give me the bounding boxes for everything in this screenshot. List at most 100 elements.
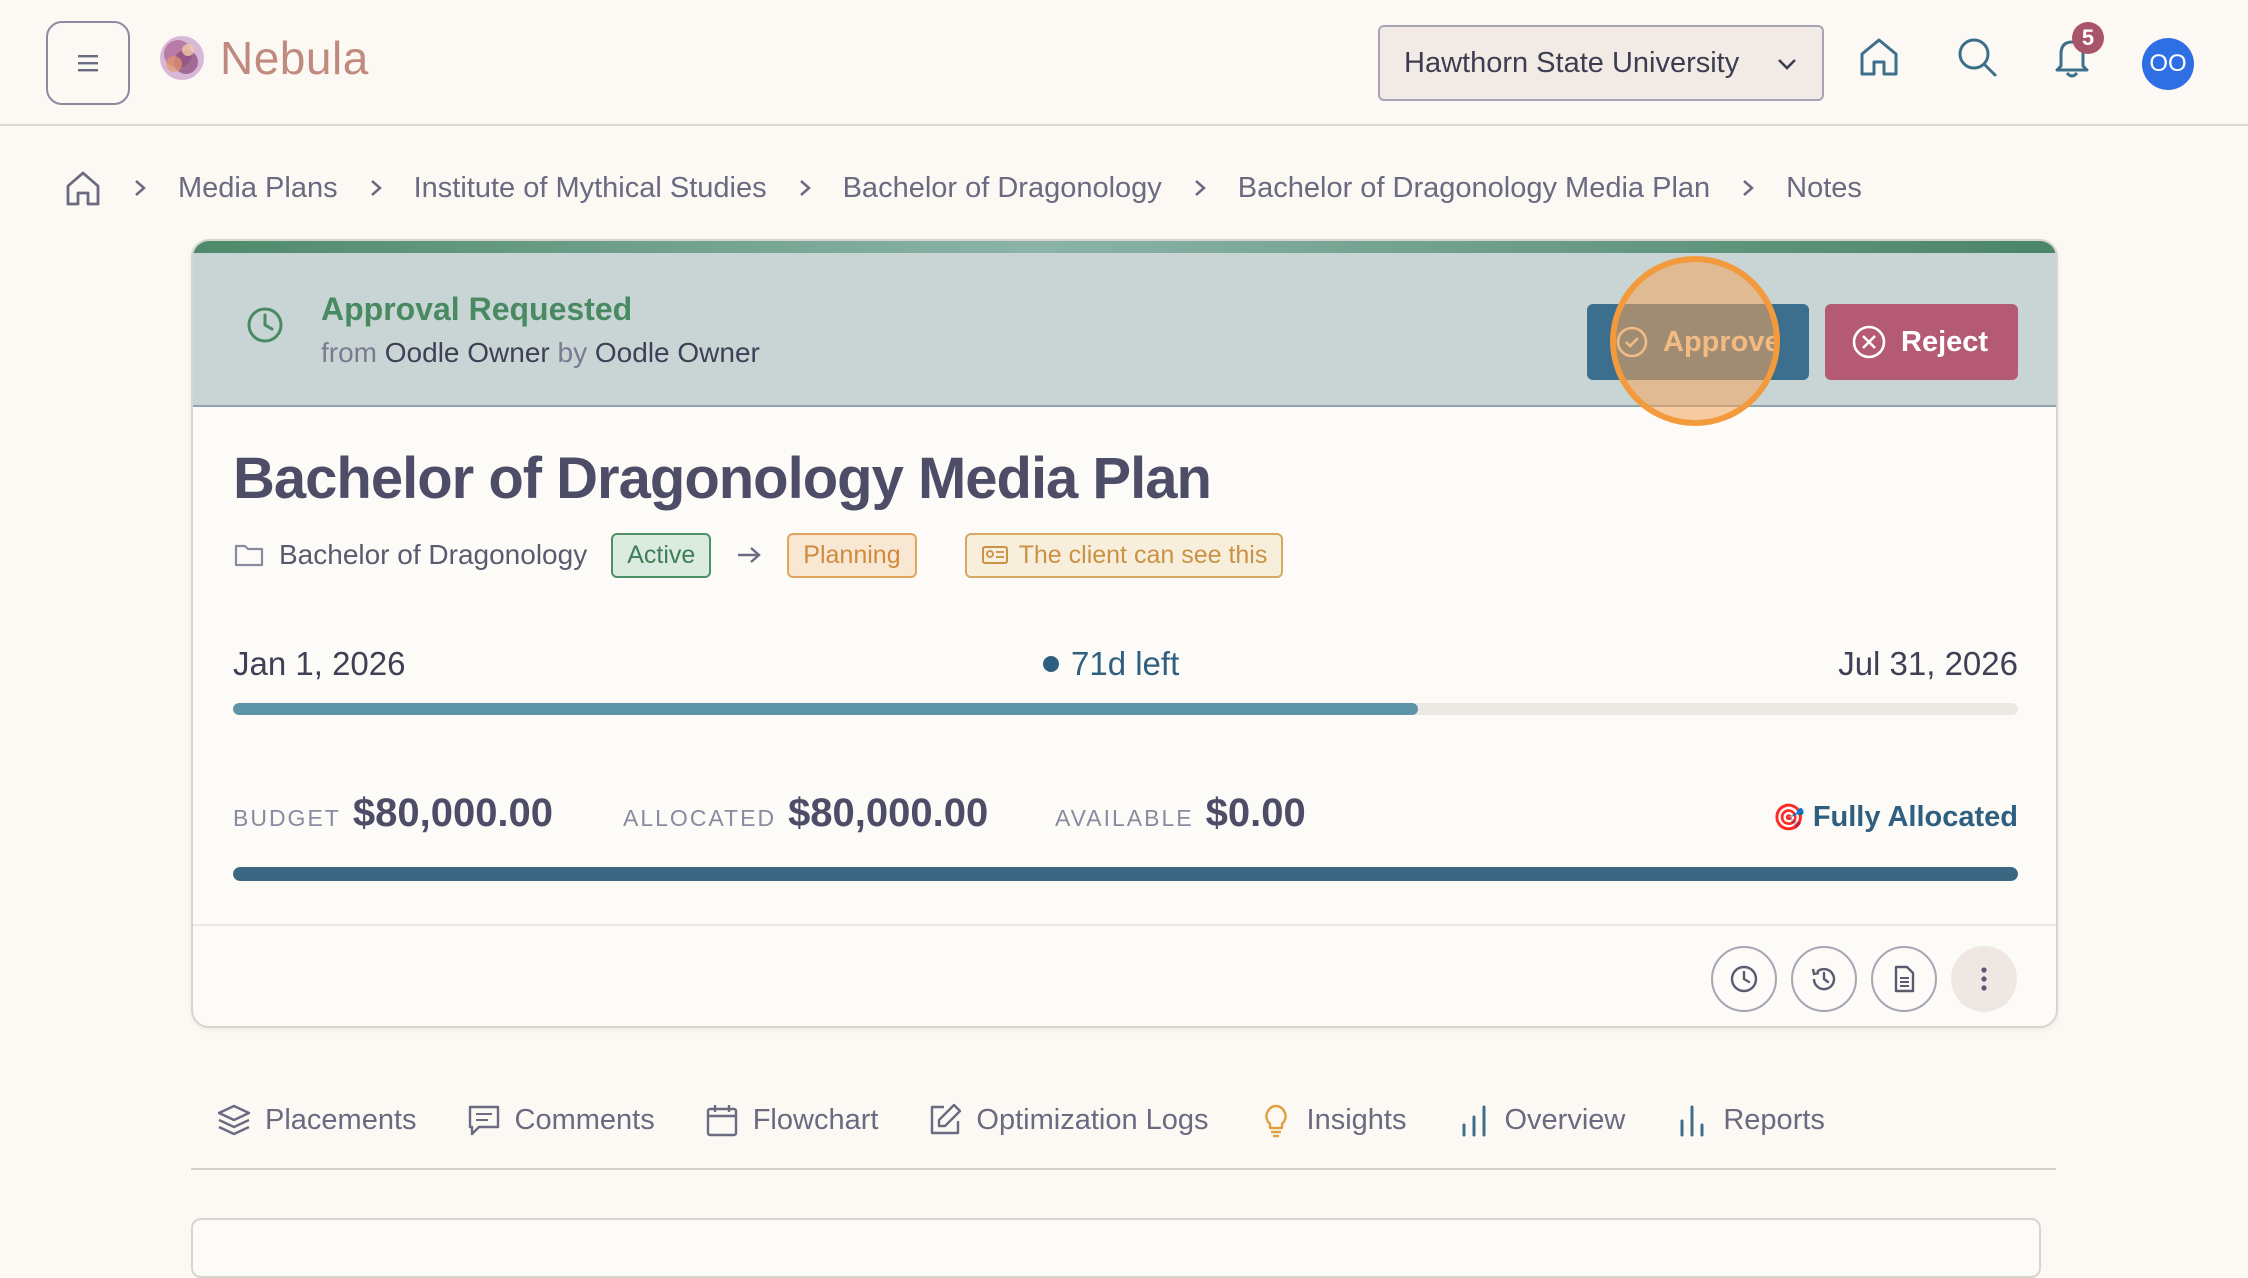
x-circle-icon — [1852, 325, 1886, 359]
approve-button-label: Approve — [1663, 325, 1781, 358]
timeline-progress-bar — [233, 703, 2018, 715]
available-item: AVAILABLE $0.00 — [1055, 791, 1306, 836]
comment-icon — [465, 1101, 503, 1139]
tab-content-panel — [191, 1218, 2041, 1278]
approval-by-name: Oodle Owner — [594, 337, 760, 368]
more-vertical-icon — [1981, 967, 1987, 991]
app-logo[interactable]: Nebula — [154, 30, 369, 86]
tab-bar: Placements Comments Flowchart Optimizati… — [191, 1090, 2056, 1170]
bar-chart-icon — [1455, 1101, 1493, 1139]
arrow-right-icon — [735, 544, 763, 566]
breadcrumb-item-notes[interactable]: Notes — [1786, 172, 1862, 205]
document-button[interactable] — [1871, 946, 1937, 1012]
chevron-down-icon — [1778, 59, 1796, 70]
app-name: Nebula — [220, 32, 369, 84]
notification-badge: 5 — [2072, 22, 2104, 54]
approval-from-prefix: from — [321, 337, 377, 368]
chevron-right-icon — [797, 178, 813, 198]
lightbulb-icon — [1257, 1101, 1295, 1139]
menu-button[interactable] — [46, 21, 130, 105]
tab-placements[interactable]: Placements — [215, 1090, 417, 1150]
nebula-logo-icon — [160, 36, 204, 80]
tab-optimization-logs-label: Optimization Logs — [976, 1103, 1209, 1136]
timeline-progress-fill — [233, 703, 1419, 715]
schedule-button[interactable] — [1711, 946, 1777, 1012]
tab-reports-label: Reports — [1723, 1103, 1825, 1136]
approval-from-name: Oodle Owner — [384, 337, 550, 368]
budget-progress-bar — [233, 867, 2018, 881]
budget-label: BUDGET — [233, 805, 341, 831]
layers-icon — [215, 1101, 253, 1139]
reject-button-label: Reject — [1901, 325, 1989, 358]
home-icon[interactable] — [64, 168, 102, 208]
approval-banner: Approval Requested from Oodle Owner by O… — [193, 253, 2056, 426]
card-footer-actions — [193, 924, 2056, 1026]
organization-select[interactable]: Hawthorn State University — [1378, 25, 1824, 101]
check-circle-icon — [1616, 326, 1648, 358]
chevron-right-icon — [132, 178, 148, 198]
breadcrumb-item-program[interactable]: Bachelor of Dragonology — [843, 172, 1162, 205]
days-left-label: 71d left — [1071, 645, 1180, 682]
breadcrumb-item-media-plan[interactable]: Bachelor of Dragonology Media Plan — [1238, 172, 1710, 205]
folder-icon — [234, 544, 264, 567]
history-icon — [1811, 967, 1836, 991]
client-visibility-label: The client can see this — [1018, 540, 1268, 569]
tab-insights[interactable]: Insights — [1257, 1090, 1407, 1150]
allocated-value: $80,000.00 — [788, 791, 989, 835]
tab-comments[interactable]: Comments — [465, 1090, 655, 1150]
tab-placements-label: Placements — [265, 1103, 417, 1136]
menu-icon — [78, 55, 98, 72]
budget-value: $80,000.00 — [352, 791, 554, 835]
chevron-right-icon — [1740, 178, 1756, 198]
tab-optimization-logs[interactable]: Optimization Logs — [926, 1090, 1209, 1150]
status-badge-active: Active — [611, 532, 712, 578]
breadcrumb-item-media-plans[interactable]: Media Plans — [178, 172, 338, 205]
tab-flowchart-label: Flowchart — [752, 1103, 879, 1136]
budget-progress-fill — [233, 867, 2018, 881]
top-header: Nebula Hawthorn State University 5 OO — [0, 0, 2248, 126]
organization-select-value: Hawthorn State University — [1404, 46, 1740, 79]
budget-summary: BUDGET $80,000.00 ALLOCATED $80,000.00 A… — [233, 791, 2018, 847]
user-avatar[interactable]: OO — [2142, 38, 2194, 90]
card-accent-bar — [193, 241, 2056, 253]
end-date: Jul 31, 2026 — [1838, 645, 2018, 682]
tab-insights-label: Insights — [1306, 1103, 1407, 1136]
tab-flowchart[interactable]: Flowchart — [703, 1090, 879, 1150]
days-left-indicator: 71d left — [1043, 645, 1179, 683]
available-value: $0.00 — [1205, 791, 1306, 835]
page-title: Bachelor of Dragonology Media Plan — [233, 446, 1212, 511]
budget-item: BUDGET $80,000.00 — [233, 791, 553, 836]
document-icon — [1894, 965, 1915, 993]
reject-button[interactable]: Reject — [1825, 304, 2018, 380]
allocated-label: ALLOCATED — [623, 805, 777, 831]
date-row: Jan 1, 2026 71d left Jul 31, 2026 — [233, 645, 2018, 689]
home-icon[interactable] — [1856, 34, 1902, 80]
chevron-right-icon — [368, 178, 384, 198]
clock-icon — [247, 307, 283, 343]
calendar-icon — [703, 1101, 741, 1139]
approval-by-prefix: by — [557, 337, 588, 368]
allocation-status-label: Fully Allocated — [1812, 801, 2018, 833]
approval-title: Approval Requested — [321, 291, 633, 327]
bar-chart-icon — [1673, 1101, 1711, 1139]
chevron-right-icon — [1192, 178, 1208, 198]
allocated-item: ALLOCATED $80,000.00 — [623, 791, 988, 836]
clock-icon — [1730, 965, 1758, 993]
breadcrumb-item-institute[interactable]: Institute of Mythical Studies — [414, 172, 767, 205]
client-visibility-badge: The client can see this — [964, 532, 1284, 578]
tab-overview-label: Overview — [1504, 1103, 1626, 1136]
status-badge-planning[interactable]: Planning — [787, 532, 917, 578]
plan-meta-row: Bachelor of Dragonology Active Planning … — [233, 531, 1284, 579]
tab-comments-label: Comments — [514, 1103, 655, 1136]
approve-button[interactable]: Approve — [1587, 304, 1809, 380]
target-icon: 🎯 — [1772, 802, 1805, 832]
status-dot-icon — [1043, 656, 1059, 672]
history-button[interactable] — [1791, 946, 1857, 1012]
plan-program-link[interactable]: Bachelor of Dragonology — [279, 539, 587, 571]
tab-overview[interactable]: Overview — [1455, 1090, 1626, 1150]
more-options-button[interactable] — [1951, 946, 2017, 1012]
tab-reports[interactable]: Reports — [1673, 1090, 1825, 1150]
search-icon[interactable] — [1954, 34, 2000, 80]
start-date: Jan 1, 2026 — [233, 645, 406, 682]
available-label: AVAILABLE — [1055, 805, 1194, 831]
